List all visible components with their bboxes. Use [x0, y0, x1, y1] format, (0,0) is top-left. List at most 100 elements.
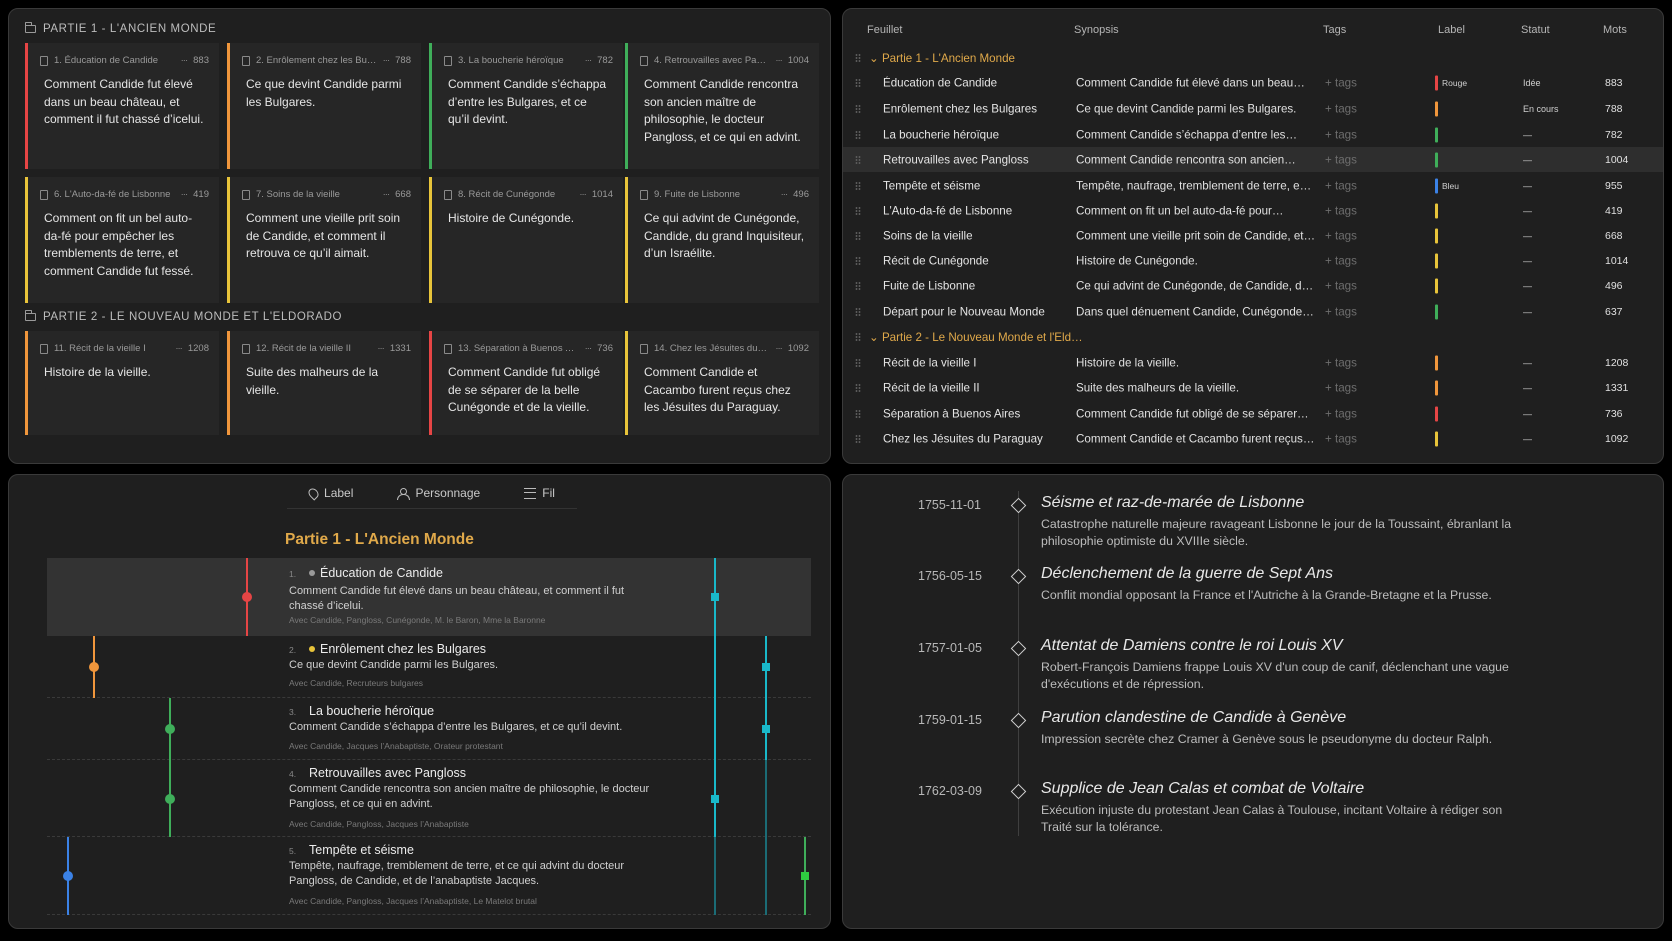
outline-row[interactable]: Fuite de Lisbonne Ce qui advint de Cunégo…: [843, 273, 1663, 298]
filter-label-button[interactable]: Label: [306, 485, 353, 501]
thread-node-green[interactable]: [165, 724, 175, 734]
status-value[interactable]: —: [1523, 434, 1583, 444]
add-tags-button[interactable]: + tags: [1325, 229, 1385, 242]
outline-title[interactable]: Tempête et séisme: [883, 179, 1068, 192]
status-value[interactable]: —: [1523, 130, 1583, 140]
filter-fil-button[interactable]: Fil: [524, 486, 555, 500]
col-header-synopsis[interactable]: Synopsis: [1074, 24, 1119, 36]
index-card[interactable]: 8. Récit de Cunégonde ··· 1014 Histoire de …: [429, 177, 623, 303]
outline-row[interactable]: La boucherie héroïque Comment Candide s’é…: [843, 122, 1663, 147]
outline-title[interactable]: La boucherie héroïque: [883, 128, 1068, 141]
thread-node-teal[interactable]: [762, 663, 770, 671]
outline-synopsis[interactable]: Tempête, naufrage, tremblement de terre,…: [1076, 179, 1318, 192]
index-card[interactable]: 14. Chez les Jésuites du… ··· 1092 Comment …: [625, 331, 819, 435]
label-color-bar[interactable]: [1435, 203, 1438, 218]
outline-synopsis[interactable]: Histoire de la vieille.: [1076, 356, 1318, 369]
more-icon[interactable]: ···: [383, 55, 390, 66]
more-icon[interactable]: ···: [181, 55, 188, 66]
outline-title[interactable]: Récit de la vieille I: [883, 356, 1068, 369]
col-header-statut[interactable]: Statut: [1521, 24, 1550, 36]
index-card[interactable]: 1. Éducation de Candide ··· 883 Comment Can…: [25, 43, 219, 169]
add-tags-button[interactable]: + tags: [1325, 279, 1385, 292]
index-card[interactable]: 13. Séparation à Buenos Ai… ··· 736 Comment…: [429, 331, 623, 435]
drag-handle-icon[interactable]: [855, 358, 861, 367]
add-tags-button[interactable]: + tags: [1325, 432, 1385, 445]
chevron-down-icon[interactable]: ⌄: [869, 52, 882, 65]
outline-title[interactable]: Enrôlement chez les Bulgares: [883, 102, 1068, 115]
drag-handle-icon[interactable]: [855, 104, 861, 113]
thread-scene-row[interactable]: 3. La boucherie héroïque Comment Candide s…: [47, 698, 811, 760]
label-color-bar[interactable]: [1435, 253, 1438, 268]
outline-title[interactable]: Séparation à Buenos Aires: [883, 407, 1068, 420]
status-value[interactable]: —: [1523, 206, 1583, 216]
index-card[interactable]: 9. Fuite de Lisbonne ··· 496 Ce qui advint …: [625, 177, 819, 303]
status-value[interactable]: —: [1523, 281, 1583, 291]
drag-handle-icon[interactable]: [855, 181, 861, 190]
thread-node-red[interactable]: [242, 592, 252, 602]
thread-node-orange[interactable]: [89, 662, 99, 672]
thread-node-blue[interactable]: [63, 871, 73, 881]
outline-synopsis[interactable]: Comment Candide s’échappa d’entre les…: [1076, 128, 1318, 141]
index-card[interactable]: 6. L'Auto-da-fé de Lisbonne ··· 419 Comment…: [25, 177, 219, 303]
add-tags-button[interactable]: + tags: [1325, 204, 1385, 217]
status-value[interactable]: —: [1523, 307, 1583, 317]
outline-synopsis[interactable]: Histoire de Cunégonde.: [1076, 254, 1318, 267]
drag-handle-icon[interactable]: [855, 130, 861, 139]
drag-handle-icon[interactable]: [855, 231, 861, 240]
outline-title[interactable]: Éducation de Candide: [883, 76, 1068, 89]
outline-title[interactable]: Chez les Jésuites du Paraguay: [883, 432, 1068, 445]
status-value[interactable]: En cours: [1523, 104, 1583, 114]
index-card[interactable]: 2. Enrôlement chez les Bulg… ··· 788 Ce que…: [227, 43, 421, 169]
label-color-bar[interactable]: [1435, 127, 1438, 142]
label-color-bar[interactable]: [1435, 380, 1438, 395]
status-value[interactable]: —: [1523, 358, 1583, 368]
outline-row[interactable]: Récit de Cunégonde Histoire de Cunégonde.…: [843, 248, 1663, 273]
drag-handle-icon[interactable]: [855, 383, 861, 392]
add-tags-button[interactable]: + tags: [1325, 153, 1385, 166]
drag-handle-icon[interactable]: [855, 409, 861, 418]
label-color-bar[interactable]: [1435, 304, 1438, 319]
part-heading[interactable]: PARTIE 2 - LE NOUVEAU MONDE ET L'ELDORAD…: [24, 310, 342, 323]
thread-node-green[interactable]: [801, 872, 809, 880]
outline-row[interactable]: Récit de la vieille I Histoire de la viei…: [843, 350, 1663, 375]
outline-title[interactable]: Retrouvailles avec Pangloss: [883, 153, 1068, 166]
outline-synopsis[interactable]: Comment Candide fut obligé de se séparer…: [1076, 407, 1318, 420]
index-card[interactable]: 12. Récit de la vieille II ··· 1331 Suite d…: [227, 331, 421, 435]
outline-title[interactable]: Soins de la vieille: [883, 229, 1068, 242]
outline-row[interactable]: Tempête et séisme Tempête, naufrage, trem…: [843, 173, 1663, 198]
outline-part-row[interactable]: ⌄ Partie 1 - L'Ancien Monde: [843, 45, 1663, 70]
outline-synopsis[interactable]: Dans quel dénuement Candide, Cunégonde…: [1076, 305, 1318, 318]
thread-node-green[interactable]: [165, 794, 175, 804]
thread-scene-row[interactable]: 4. Retrouvailles avec Pangloss Comment Can…: [47, 760, 811, 837]
more-icon[interactable]: ···: [377, 343, 384, 354]
status-value[interactable]: —: [1523, 181, 1583, 191]
drag-handle-icon[interactable]: [855, 281, 861, 290]
more-icon[interactable]: ···: [781, 189, 788, 200]
status-value[interactable]: —: [1523, 409, 1583, 419]
outline-title[interactable]: Récit de Cunégonde: [883, 254, 1068, 267]
outline-row[interactable]: Soins de la vieille Comment une vieille p…: [843, 223, 1663, 248]
drag-handle-icon[interactable]: [855, 332, 861, 341]
drag-handle-icon[interactable]: [855, 307, 861, 316]
outline-title[interactable]: Départ pour le Nouveau Monde: [883, 305, 1068, 318]
status-value[interactable]: Idée: [1523, 78, 1583, 88]
status-value[interactable]: —: [1523, 256, 1583, 266]
outline-synopsis[interactable]: Ce qui advint de Cunégonde, de Candide, …: [1076, 279, 1318, 292]
add-tags-button[interactable]: + tags: [1325, 305, 1385, 318]
more-icon[interactable]: ···: [181, 189, 188, 200]
index-card[interactable]: 11. Récit de la vieille I ··· 1208 Histoire…: [25, 331, 219, 435]
add-tags-button[interactable]: + tags: [1325, 179, 1385, 192]
label-color-bar[interactable]: [1435, 101, 1438, 116]
col-header-tags[interactable]: Tags: [1323, 24, 1346, 36]
outline-synopsis[interactable]: Suite des malheurs de la vieille.: [1076, 381, 1318, 394]
index-card[interactable]: 3. La boucherie héroïque ··· 782 Comment Ca…: [429, 43, 623, 169]
outline-row[interactable]: Retrouvailles avec Pangloss Comment Candi…: [843, 147, 1663, 172]
outline-title[interactable]: L'Auto-da-fé de Lisbonne: [883, 204, 1068, 217]
outline-title[interactable]: Récit de la vieille II: [883, 381, 1068, 394]
filter-personnage-button[interactable]: Personnage: [397, 486, 480, 500]
drag-handle-icon[interactable]: [855, 53, 861, 62]
col-header-label[interactable]: Label: [1438, 24, 1465, 36]
index-card[interactable]: 7. Soins de la vieille ··· 668 Comment une …: [227, 177, 421, 303]
label-color-bar[interactable]: [1435, 152, 1438, 167]
add-tags-button[interactable]: + tags: [1325, 407, 1385, 420]
